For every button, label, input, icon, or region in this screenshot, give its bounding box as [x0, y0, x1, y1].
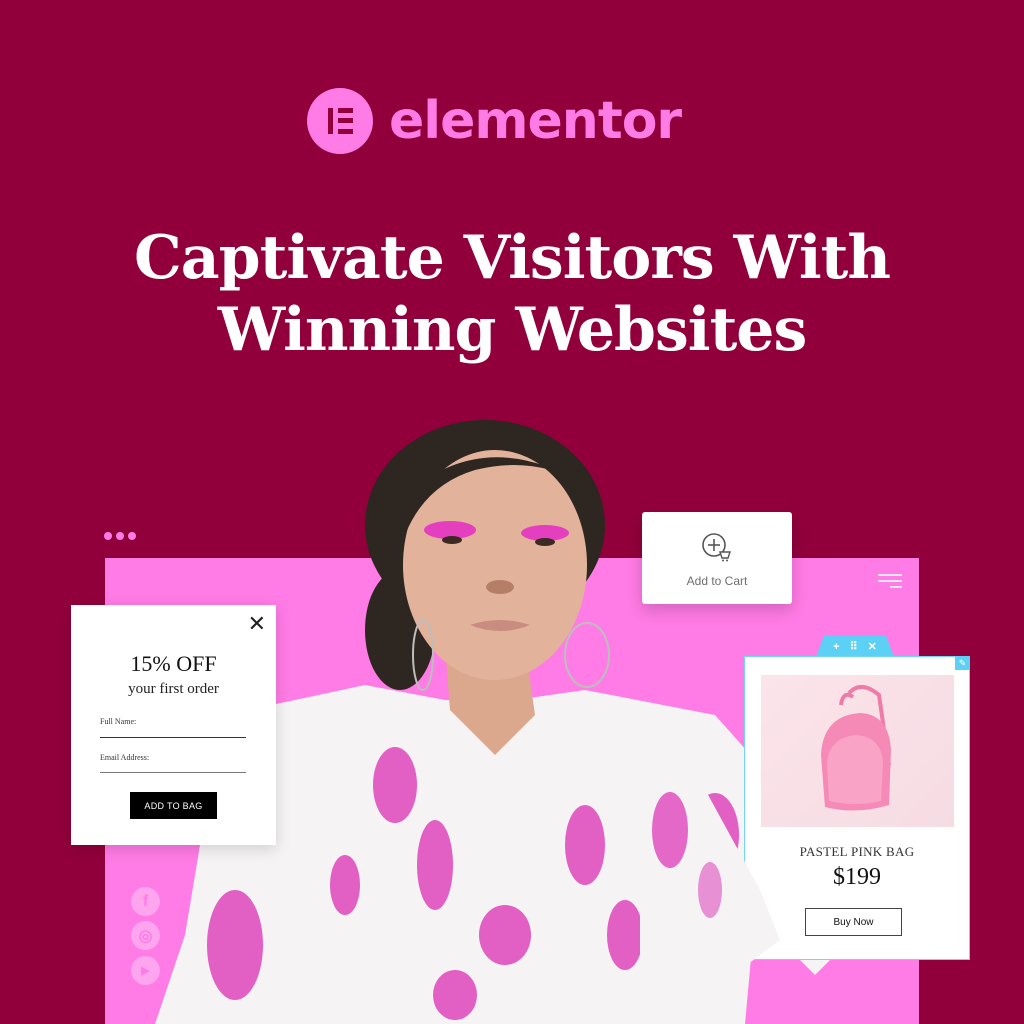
full-name-label: Full Name:	[100, 717, 137, 726]
product-image	[761, 675, 954, 827]
headline-line-2: Winning Websites	[217, 295, 807, 365]
add-widget-icon[interactable]: +	[833, 641, 839, 653]
edit-icon[interactable]: ✎	[955, 656, 970, 670]
brand-name: elementor	[389, 91, 682, 151]
drag-handle-icon[interactable]: ⠿	[850, 640, 858, 653]
discount-popup: ✕ 15% OFF your first order Full Name: Em…	[71, 605, 276, 845]
email-field[interactable]	[100, 772, 246, 773]
headline-line-1: Captivate Visitors With	[134, 223, 891, 293]
shirt-sleeve-overlap	[640, 740, 780, 1024]
page-headline: Captivate Visitors With Winning Websites	[0, 222, 1024, 366]
remove-widget-icon[interactable]: ✕	[868, 640, 877, 653]
close-icon[interactable]: ✕	[248, 613, 266, 635]
hamburger-menu-icon[interactable]	[878, 574, 902, 590]
widget-toolbar: + ⠿ ✕	[816, 636, 894, 657]
add-to-bag-button[interactable]: ADD TO BAG	[130, 792, 217, 819]
add-to-cart-widget[interactable]: Add to Cart	[642, 512, 792, 604]
add-to-cart-icon	[702, 533, 731, 562]
elementor-e-icon	[307, 88, 373, 154]
elementor-logo: elementor	[307, 88, 682, 154]
three-dots-icon	[104, 532, 136, 540]
full-name-field[interactable]	[100, 737, 246, 738]
offer-subtitle: your first order	[128, 681, 219, 697]
backpack-image	[821, 685, 891, 811]
offer-title: 15% OFF	[130, 651, 217, 676]
email-label: Email Address:	[100, 753, 150, 762]
buy-now-button[interactable]: Buy Now	[805, 908, 902, 936]
add-to-cart-label: Add to Cart	[686, 574, 748, 588]
